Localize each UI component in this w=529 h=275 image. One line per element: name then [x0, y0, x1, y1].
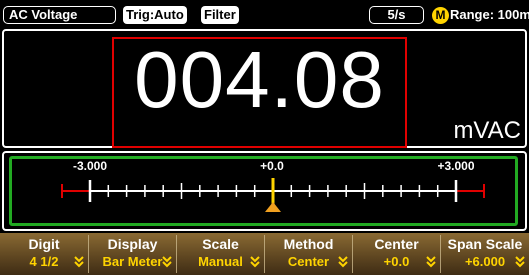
softkey-title: Digit — [28, 236, 60, 252]
meter-center-label: +0.0 — [260, 159, 284, 173]
meter-left-label: -3.000 — [73, 159, 107, 173]
softkey-method[interactable]: Method Center — [265, 233, 352, 275]
chevron-down-icon — [162, 256, 172, 268]
softkey-title: Display — [107, 236, 158, 252]
chevron-down-icon — [426, 256, 436, 268]
softkey-scale[interactable]: Scale Manual — [177, 233, 264, 275]
meter-position-marker-icon — [265, 202, 281, 212]
chevron-down-icon — [515, 256, 525, 268]
softkey-title: Scale — [202, 236, 239, 252]
meter-right-label: +3.000 — [437, 159, 474, 173]
softkey-center[interactable]: Center +0.0 — [353, 233, 440, 275]
softkey-digit[interactable]: Digit 4 1/2 — [0, 233, 88, 275]
chevron-down-icon — [250, 256, 260, 268]
softkey-display[interactable]: Display Bar Meter — [89, 233, 176, 275]
softkey-title: Method — [283, 236, 334, 252]
chevron-down-icon — [338, 256, 348, 268]
softkey-title: Span Scale — [447, 236, 523, 252]
softkey-title: Center — [374, 236, 419, 252]
softkey-span-scale[interactable]: Span Scale +6.000 — [441, 233, 529, 275]
meter-needle — [271, 178, 275, 204]
chevron-down-icon — [74, 256, 84, 268]
softkey-bar: Digit 4 1/2 Display Bar Meter Scale Manu… — [0, 233, 529, 275]
